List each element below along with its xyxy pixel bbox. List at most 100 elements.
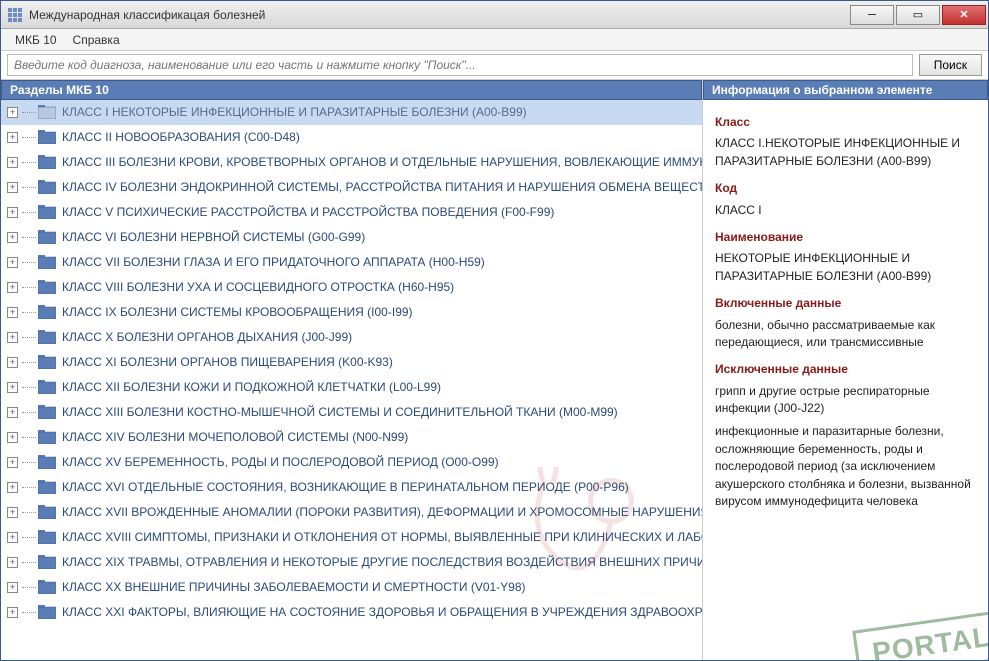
tree-item[interactable]: + КЛАСС XV БЕРЕМЕННОСТЬ, РОДЫ И ПОСЛЕРОДО… (1, 450, 702, 475)
folder-icon (38, 180, 56, 194)
expand-icon[interactable]: + (7, 182, 18, 193)
tree-item[interactable]: +КЛАСС IV БОЛЕЗНИ ЭНДОКРИННОЙ СИСТЕМЫ, Р… (1, 175, 702, 200)
expand-icon[interactable]: + (7, 257, 18, 268)
info-scroll[interactable]: Класс КЛАСС I.НЕКОТОРЫЕ ИНФЕКЦИОННЫЕ И ПА… (703, 100, 988, 660)
folder-icon (38, 305, 56, 319)
info-panel: Информация о выбранном элементе Класс КЛА… (703, 80, 988, 660)
tree-item-label: КЛАСС IX БОЛЕЗНИ СИСТЕМЫ КРОВООБРАЩЕНИЯ … (62, 305, 413, 319)
tree-panel-header: Разделы МКБ 10 (1, 80, 702, 100)
expand-icon[interactable]: + (7, 382, 18, 393)
expand-icon[interactable]: + (7, 357, 18, 368)
tree-item[interactable]: + КЛАСС I НЕКОТОРЫЕ ИНФЕКЦИОННЫЕ И ПАРАЗИ… (1, 100, 702, 125)
folder-icon (38, 330, 56, 344)
folder-icon (38, 580, 56, 594)
close-button[interactable]: ✕ (942, 5, 986, 25)
search-input[interactable] (7, 54, 913, 76)
tree-connector (22, 587, 36, 588)
tree-item[interactable]: +КЛАСС X БОЛЕЗНИ ОРГАНОВ ДЫХАНИЯ (J00-J9… (1, 325, 702, 350)
tree-connector (22, 262, 36, 263)
expand-icon[interactable]: + (7, 157, 18, 168)
info-heading: Включенные данные (715, 295, 976, 312)
folder-icon (38, 130, 56, 144)
expand-icon[interactable]: + (7, 457, 18, 468)
tree-item[interactable]: +КЛАСС XI БОЛЕЗНИ ОРГАНОВ ПИЩЕВАРЕНИЯ (K… (1, 350, 702, 375)
menu-help[interactable]: Справка (65, 31, 128, 49)
menu-mkb10[interactable]: МКБ 10 (7, 31, 65, 49)
folder-icon (38, 205, 56, 219)
tree-item[interactable]: + КЛАСС XIX ТРАВМЫ, ОТРАВЛЕНИЯ И НЕКОТОРЫ… (1, 550, 702, 575)
tree-connector (22, 437, 36, 438)
expand-icon[interactable]: + (7, 282, 18, 293)
expand-icon[interactable]: + (7, 607, 18, 618)
tree-item-label: КЛАСС II НОВООБРАЗОВАНИЯ (C00-D48) (62, 130, 300, 144)
tree-connector (22, 287, 36, 288)
expand-icon[interactable]: + (7, 207, 18, 218)
tree-connector (22, 562, 36, 563)
tree-connector (22, 212, 36, 213)
info-body: НЕКОТОРЫЕ ИНФЕКЦИОННЫЕ И ПАРАЗИТАРНЫЕ БО… (715, 250, 976, 285)
tree-item-label: КЛАСС XVII ВРОЖДЕННЫЕ АНОМАЛИИ (ПОРОКИ Р… (62, 505, 702, 519)
tree-item[interactable]: +КЛАСС XIV БОЛЕЗНИ МОЧЕПОЛОВОЙ СИСТЕМЫ (… (1, 425, 702, 450)
expand-icon[interactable]: + (7, 557, 18, 568)
expand-icon[interactable]: + (7, 332, 18, 343)
folder-icon (38, 430, 56, 444)
tree-item[interactable]: + КЛАСС XVII ВРОЖДЕННЫЕ АНОМАЛИИ (ПОРОКИ … (1, 500, 702, 525)
tree-connector (22, 612, 36, 613)
folder-icon (38, 605, 56, 619)
info-body: КЛАСС I.НЕКОТОРЫЕ ИНФЕКЦИОННЫЕ И ПАРАЗИТ… (715, 135, 976, 170)
folder-icon (38, 455, 56, 469)
folder-icon (38, 280, 56, 294)
tree-item[interactable]: + КЛАСС VIII БОЛЕЗНИ УХА И СОСЦЕВИДНОГО О… (1, 275, 702, 300)
folder-icon (38, 155, 56, 169)
tree-item-label: КЛАСС III БОЛЕЗНИ КРОВИ, КРОВЕТВОРНЫХ ОР… (62, 155, 702, 169)
tree-item-label: КЛАСС XV БЕРЕМЕННОСТЬ, РОДЫ И ПОСЛЕРОДОВ… (62, 455, 499, 469)
tree-item-label: КЛАСС VIII БОЛЕЗНИ УХА И СОСЦЕВИДНОГО ОТ… (62, 280, 454, 294)
search-button[interactable]: Поиск (919, 54, 982, 76)
expand-icon[interactable]: + (7, 507, 18, 518)
folder-icon (38, 480, 56, 494)
tree-item-label: КЛАСС XIX ТРАВМЫ, ОТРАВЛЕНИЯ И НЕКОТОРЫЕ… (62, 555, 702, 569)
tree-item[interactable]: +КЛАСС V ПСИХИЧЕСКИЕ РАССТРОЙСТВА И РАСС… (1, 200, 702, 225)
tree-item-label: КЛАСС XII БОЛЕЗНИ КОЖИ И ПОДКОЖНОЙ КЛЕТЧ… (62, 380, 441, 394)
maximize-button[interactable]: ▭ (896, 5, 940, 25)
window-title: Международная классификацая болезней (29, 8, 850, 22)
search-row: Поиск (1, 51, 988, 79)
info-heading: Класс (715, 114, 976, 131)
tree-item-label: КЛАСС XXI ФАКТОРЫ, ВЛИЯЮЩИЕ НА СОСТОЯНИЕ… (62, 605, 702, 619)
expand-icon[interactable]: + (7, 482, 18, 493)
info-panel-header: Информация о выбранном элементе (703, 80, 988, 100)
expand-icon[interactable]: + (7, 432, 18, 443)
tree-connector (22, 162, 36, 163)
tree-item-label: КЛАСС I НЕКОТОРЫЕ ИНФЕКЦИОННЫЕ И ПАРАЗИТ… (62, 105, 527, 119)
expand-icon[interactable]: + (7, 107, 18, 118)
expand-icon[interactable]: + (7, 307, 18, 318)
tree-connector (22, 537, 36, 538)
folder-icon (38, 530, 56, 544)
tree-item-label: КЛАСС XVI ОТДЕЛЬНЫЕ СОСТОЯНИЯ, ВОЗНИКАЮЩ… (62, 480, 629, 494)
expand-icon[interactable]: + (7, 407, 18, 418)
tree-item[interactable]: +КЛАСС XX ВНЕШНИЕ ПРИЧИНЫ ЗАБОЛЕВАЕМОСТИ… (1, 575, 702, 600)
minimize-button[interactable]: ─ (850, 5, 894, 25)
tree-item[interactable]: +КЛАСС XVIII СИМПТОМЫ, ПРИЗНАКИ И ОТКЛОН… (1, 525, 702, 550)
tree-item-label: КЛАСС VI БОЛЕЗНИ НЕРВНОЙ СИСТЕМЫ (G00-G9… (62, 230, 365, 244)
tree-item[interactable]: + КЛАСС II НОВООБРАЗОВАНИЯ (C00-D48) (1, 125, 702, 150)
tree-connector (22, 512, 36, 513)
expand-icon[interactable]: + (7, 232, 18, 243)
tree-item[interactable]: + КЛАСС VI БОЛЕЗНИ НЕРВНОЙ СИСТЕМЫ (G00-G… (1, 225, 702, 250)
tree-item[interactable]: + КЛАСС XII БОЛЕЗНИ КОЖИ И ПОДКОЖНОЙ КЛЕТ… (1, 375, 702, 400)
expand-icon[interactable]: + (7, 582, 18, 593)
titlebar: Международная классификацая болезней ─ ▭… (1, 1, 988, 29)
tree-item[interactable]: +КЛАСС XIII БОЛЕЗНИ КОСТНО-МЫШЕЧНОЙ СИСТ… (1, 400, 702, 425)
expand-icon[interactable]: + (7, 532, 18, 543)
tree-item[interactable]: + КЛАСС XXI ФАКТОРЫ, ВЛИЯЮЩИЕ НА СОСТОЯНИ… (1, 600, 702, 625)
folder-icon (38, 555, 56, 569)
tree-item[interactable]: + КЛАСС IX БОЛЕЗНИ СИСТЕМЫ КРОВООБРАЩЕНИЯ… (1, 300, 702, 325)
tree-connector (22, 137, 36, 138)
menubar: МКБ 10 Справка (1, 29, 988, 51)
tree-item[interactable]: + КЛАСС III БОЛЕЗНИ КРОВИ, КРОВЕТВОРНЫХ О… (1, 150, 702, 175)
tree-item[interactable]: + КЛАСС XVI ОТДЕЛЬНЫЕ СОСТОЯНИЯ, ВОЗНИКАЮ… (1, 475, 702, 500)
tree-scroll[interactable]: + КЛАСС I НЕКОТОРЫЕ ИНФЕКЦИОННЫЕ И ПАРАЗИ… (1, 100, 702, 660)
expand-icon[interactable]: + (7, 132, 18, 143)
folder-icon (38, 230, 56, 244)
tree-item[interactable]: +КЛАСС VII БОЛЕЗНИ ГЛАЗА И ЕГО ПРИДАТОЧН… (1, 250, 702, 275)
